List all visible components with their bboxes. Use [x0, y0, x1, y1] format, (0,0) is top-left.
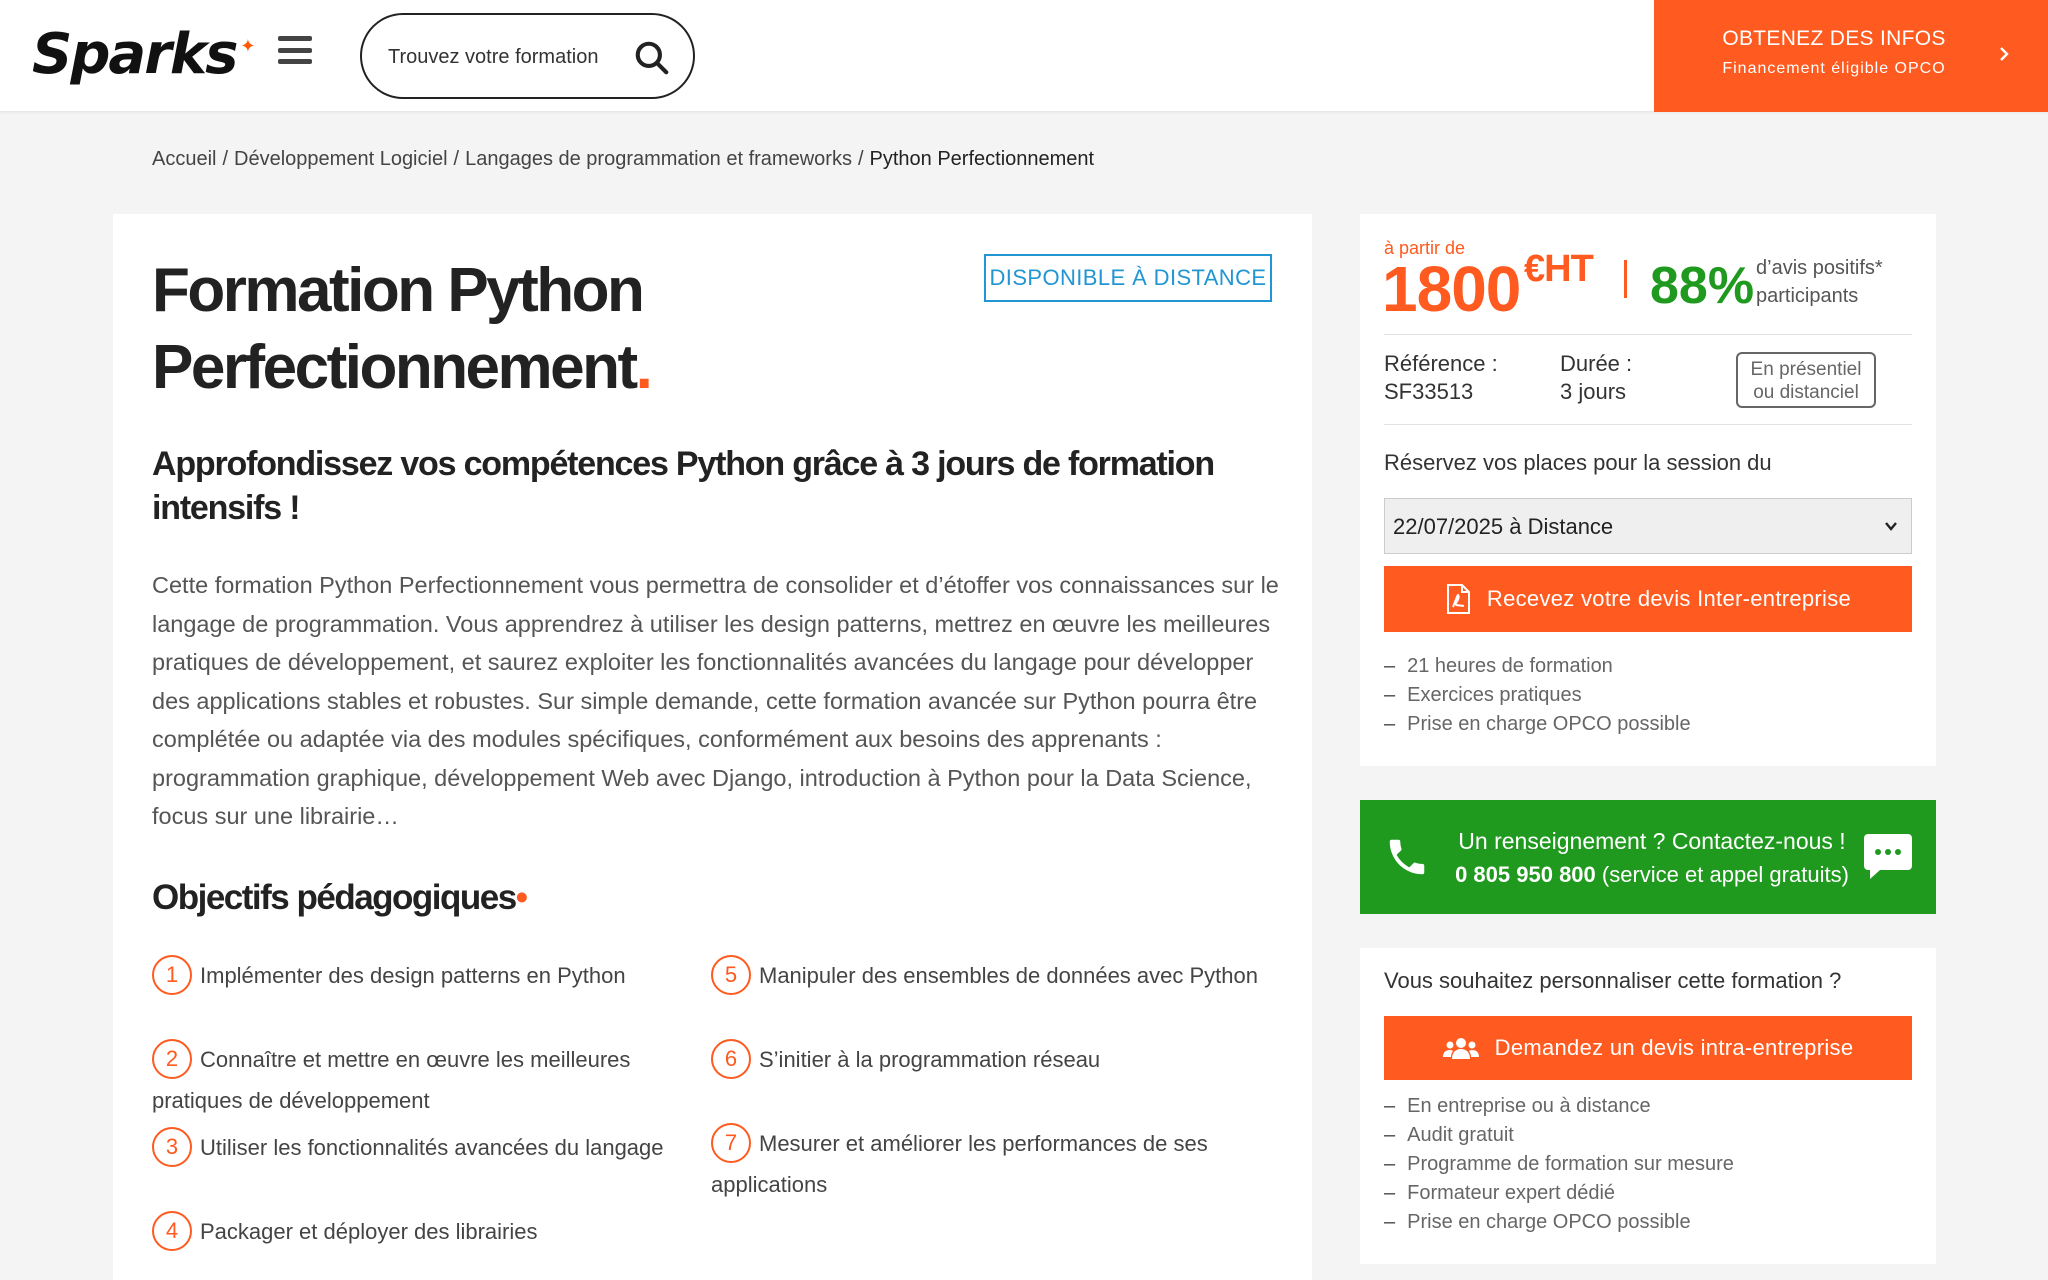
reference-value: SF33513: [1384, 379, 1474, 404]
list-item: Exercices pratiques: [1384, 681, 1691, 710]
contact-us-link[interactable]: Contactez-nous !: [1672, 828, 1846, 854]
objective-item-4: 4 Packager et déployer des librairies: [152, 1211, 672, 1253]
session-label: Réservez vos places pour la session du: [1384, 450, 1772, 475]
page-subtitle: Approfondissez vos compétences Python gr…: [152, 445, 1215, 527]
pricing-card: à partir de 1800 €HT 88% d’avis positifs…: [1360, 214, 1936, 766]
custom-title: Vous souhaitez personnaliser cette forma…: [1384, 968, 1842, 993]
list-item: Programme de formation sur mesure: [1384, 1150, 1734, 1179]
phone-number[interactable]: 0 805 950 800: [1455, 862, 1596, 887]
chevron-right-icon: [2000, 47, 2009, 61]
rating-percent: 88%: [1650, 257, 1755, 315]
phone-icon: [1389, 839, 1425, 875]
title-dot: .: [635, 333, 653, 402]
list-item: Prise en charge OPCO possible: [1384, 1208, 1734, 1237]
reference-info: Référence : SF33513: [1384, 351, 1498, 404]
list-item: Audit gratuit: [1384, 1121, 1734, 1150]
cta-title: OBTENEZ DES INFOS: [1722, 27, 1946, 50]
objective-item-2: 2 Connaître et mettre en œuvre les meille…: [152, 1039, 672, 1121]
breadcrumb-langages[interactable]: Langages de programmation et frameworks: [465, 148, 852, 170]
main-content-card: DISPONIBLE À DISTANCE Formation Python P…: [113, 214, 1312, 1280]
custom-training-card: Vous souhaitez personnaliser cette forma…: [1360, 948, 1936, 1264]
intra-company-quote-button[interactable]: Demandez un devis intra-entreprise: [1384, 1016, 1912, 1080]
breadcrumb: Accueil / Développement Logiciel / Langages …: [152, 148, 1095, 170]
contact-line-1: Un renseignement ? Contactez-nous !: [1458, 828, 1846, 854]
price-divider: [1624, 260, 1627, 298]
logo-star-icon: ✦: [240, 36, 256, 56]
burger-menu-icon[interactable]: [278, 36, 312, 64]
rating-label: d’avis positifs* participants: [1756, 257, 1883, 307]
sparks-logo[interactable]: Sparks ✦: [32, 22, 256, 88]
duration-value: 3 jours: [1560, 379, 1627, 404]
remote-available-badge: DISPONIBLE À DISTANCE: [984, 254, 1272, 302]
objective-item-7: 7 Mesurer et améliorer les performances d…: [711, 1123, 1251, 1205]
session-select-wrapper: 22/07/2025 à Distance: [1384, 498, 1912, 554]
title-line-1: Formation Python: [152, 256, 645, 325]
contact-banner[interactable]: Un renseignement ? Contactez-nous ! 0 80…: [1360, 800, 1936, 914]
course-description: Cette formation Python Perfectionnement …: [152, 572, 1279, 829]
site-header: Sparks ✦ OBTENEZ DES INFOS Financement é…: [0, 0, 2048, 112]
breadcrumb-home[interactable]: Accueil: [152, 148, 216, 170]
duration-info: Durée :3 jours: [1560, 351, 1633, 404]
objective-item-3: 3 Utiliser les fonctionnalités avancées d…: [152, 1127, 692, 1169]
session-select[interactable]: 22/07/2025 à Distance: [1385, 499, 1911, 553]
search-input[interactable]: [388, 39, 628, 75]
breadcrumb-current: Python Perfectionnement: [869, 148, 1095, 170]
chat-bubble-icon[interactable]: [1862, 832, 1914, 882]
contact-line-2: 0 805 950 800 (service et appel gratuits…: [1455, 862, 1849, 887]
objective-item-5: 5 Manipuler des ensembles de données avec…: [711, 955, 1291, 997]
list-item: 21 heures de formation: [1384, 652, 1691, 681]
intra-features-list: En entreprise ou à distance Audit gratui…: [1384, 1092, 1734, 1237]
cta-subtitle: Financement éligible OPCO: [1722, 60, 1946, 77]
title-line-2: Perfectionnement: [152, 333, 638, 402]
page-title: Formation Python Perfectionnement.: [152, 252, 872, 406]
list-item: En entreprise ou à distance: [1384, 1092, 1734, 1121]
search-box: [360, 13, 695, 99]
objective-item-6: 6 S’initier à la programmation réseau: [711, 1039, 1271, 1081]
logo-text: Sparks: [32, 22, 238, 87]
inter-company-quote-button[interactable]: Recevez votre devis Inter-entreprise: [1384, 566, 1912, 632]
group-users-icon: [1442, 1038, 1479, 1059]
price-value: 1800: [1382, 253, 1521, 325]
price-unit: €HT: [1524, 248, 1594, 290]
divider: [1384, 424, 1912, 425]
delivery-mode-badge: En présentiel ou distanciel: [1736, 352, 1876, 408]
objectives-heading: Objectifs pédagogiques•: [152, 878, 528, 917]
breadcrumb-dev-logiciel[interactable]: Développement Logiciel: [234, 148, 447, 170]
divider: [1384, 334, 1912, 335]
list-item: Formateur expert dédié: [1384, 1179, 1734, 1208]
list-item: Prise en charge OPCO possible: [1384, 710, 1690, 739]
objective-item-1: 1 Implémenter des design patterns en Pyth…: [152, 955, 672, 997]
search-icon[interactable]: [633, 39, 671, 77]
pdf-file-icon: [1446, 584, 1470, 614]
inter-features-list: 21 heures de formation Exercices pratiqu…: [1384, 652, 1691, 739]
get-info-button[interactable]: OBTENEZ DES INFOS Financement éligible O…: [1654, 0, 2048, 112]
